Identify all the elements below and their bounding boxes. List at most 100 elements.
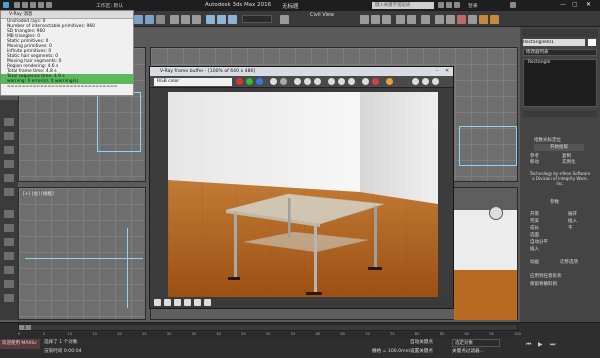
vfb-footer-icon[interactable] [194, 299, 201, 306]
option-3[interactable]: 成长 [530, 225, 539, 231]
vfb-footer-icon[interactable] [184, 299, 191, 306]
open-file-icon[interactable] [22, 2, 28, 8]
help-icon[interactable] [510, 2, 516, 8]
object-color-swatch[interactable] [588, 39, 596, 46]
keep-bones[interactable]: 保留骨骼料则 [530, 281, 557, 287]
move-icon[interactable] [206, 15, 215, 24]
curve-editor-icon[interactable] [435, 15, 444, 24]
check-animate[interactable]: 动画 [530, 259, 539, 265]
create-icon[interactable] [4, 118, 14, 126]
render-last-icon[interactable] [386, 78, 393, 85]
scale-icon[interactable] [228, 15, 237, 24]
motion-icon[interactable] [4, 160, 14, 168]
material-editor-icon[interactable] [457, 15, 466, 24]
save-file-icon[interactable] [30, 2, 36, 8]
select-object-icon[interactable] [170, 15, 179, 24]
right-option-1[interactable]: 展开 [568, 211, 577, 217]
helpers-icon[interactable] [4, 294, 14, 302]
menu-civil-view[interactable]: Civil View [310, 12, 334, 18]
filter-icon[interactable] [4, 224, 14, 232]
track-mouse-icon[interactable] [348, 78, 355, 85]
render-setup-icon[interactable] [468, 15, 477, 24]
select-name-icon[interactable] [181, 15, 190, 24]
undo-icon[interactable] [38, 2, 44, 8]
redo-icon[interactable] [46, 2, 52, 8]
color-correction-icon[interactable] [422, 78, 429, 85]
timeline-frame[interactable]: 0 [19, 325, 31, 330]
vfb-close-button[interactable]: ✕ [445, 68, 449, 74]
workspace-selector[interactable]: 工作区: 默认 [96, 2, 123, 9]
history-icon[interactable] [362, 78, 369, 85]
star-icon[interactable] [454, 2, 460, 8]
green-channel-icon[interactable] [246, 78, 253, 85]
lens-effects-icon[interactable] [412, 78, 419, 85]
mono-icon[interactable] [280, 78, 287, 85]
viewport-left[interactable]: [+] [左] [线框] [18, 187, 146, 320]
timeline-ruler[interactable]: 0 5 10 15 20 25 30 35 40 45 50 55 60 65 70 75 80 85 90 95 10… [18, 332, 521, 338]
maximize-button[interactable]: ▢ [572, 1, 578, 8]
align-icon[interactable] [407, 15, 416, 24]
sort-icon[interactable] [4, 238, 14, 246]
modifier-list-select[interactable]: 修改器列表 [523, 49, 597, 56]
snap-icon[interactable] [360, 15, 369, 24]
new-file-icon[interactable] [14, 2, 20, 8]
apply-any-shape[interactable]: 应用到任意形状 [530, 273, 562, 279]
scene-explorer-icon[interactable] [4, 210, 14, 218]
cameras-icon[interactable] [4, 280, 14, 288]
minimize-button[interactable]: — [560, 1, 566, 8]
bind-icon[interactable] [156, 15, 165, 24]
vfb-footer-icon[interactable] [204, 299, 211, 306]
unlink-icon[interactable] [145, 15, 154, 24]
copy-icon[interactable] [328, 78, 335, 85]
select-link-icon[interactable] [134, 15, 143, 24]
modifier-stack[interactable]: Rectangle [523, 59, 597, 107]
radio-move[interactable]: 移动 [530, 159, 539, 165]
stack-buttons[interactable] [523, 111, 597, 117]
vray-frame-buffer-window[interactable]: V-Ray frame buffer - [100% of 640 x 480]… [149, 66, 454, 309]
stop-render-icon[interactable] [372, 78, 379, 85]
percent-snap-icon[interactable] [382, 15, 391, 24]
viewport-left-label[interactable]: [+] [左] [线框] [23, 191, 54, 197]
timeline-slider[interactable]: 0 [18, 324, 518, 331]
search-icon[interactable] [438, 2, 444, 8]
save-image-icon[interactable] [294, 78, 301, 85]
vfb-footer-icon[interactable] [154, 299, 161, 306]
vray-log-window[interactable]: V-Ray 消息 Unshaded rays: 0 Number of inte… [0, 10, 134, 96]
reference-coord-select[interactable] [242, 15, 272, 23]
render-frame-icon[interactable] [479, 15, 488, 24]
option-5[interactable]: 自动分平 [530, 239, 548, 245]
alpha-channel-icon[interactable] [270, 78, 277, 85]
display-icon[interactable] [4, 174, 14, 182]
hierarchy-icon[interactable] [4, 146, 14, 154]
mirror-icon[interactable] [396, 15, 405, 24]
set-key-label[interactable]: 设置关键点 [410, 348, 433, 354]
prev-frame-icon[interactable]: ⏮ [526, 341, 531, 349]
user-signin[interactable]: 登录 [468, 2, 478, 9]
command-tabs[interactable] [522, 29, 598, 37]
modifier-stack-item[interactable]: Rectangle [524, 60, 596, 65]
right-option-2[interactable]: 插入 [568, 218, 577, 224]
blue-channel-icon[interactable] [256, 78, 263, 85]
option-4[interactable]: 选面 [530, 232, 539, 238]
red-channel-icon[interactable] [236, 78, 243, 85]
check-migrate[interactable]: 迁移选项 [560, 259, 578, 265]
load-image-icon[interactable] [304, 78, 311, 85]
utilities-icon[interactable] [4, 188, 14, 196]
option-2[interactable]: 完美 [530, 218, 539, 224]
layers-icon[interactable] [4, 252, 14, 260]
viewcube-icon[interactable] [489, 206, 503, 220]
region-render-icon[interactable] [338, 78, 345, 85]
search-input[interactable]: 键入关键字或短语 [372, 2, 434, 9]
angle-snap-icon[interactable] [371, 15, 380, 24]
vfb-footer-icon[interactable] [164, 299, 171, 306]
key-filters-button[interactable]: 关键点过滤器... [452, 348, 484, 354]
next-frame-icon[interactable]: ⏭ [550, 341, 555, 349]
modify-icon[interactable] [4, 132, 14, 140]
layer-icon[interactable] [421, 15, 430, 24]
maxscript-listener[interactable]: 欢迎使用 MAXSc [0, 339, 40, 349]
app-logo-icon[interactable] [3, 2, 9, 8]
auto-key-label[interactable]: 自动关键点 [410, 339, 433, 345]
channel-select[interactable]: RGB color [154, 78, 232, 86]
radio-instance[interactable]: 实例化 [562, 159, 576, 165]
option-1[interactable]: 开景 [530, 211, 539, 217]
